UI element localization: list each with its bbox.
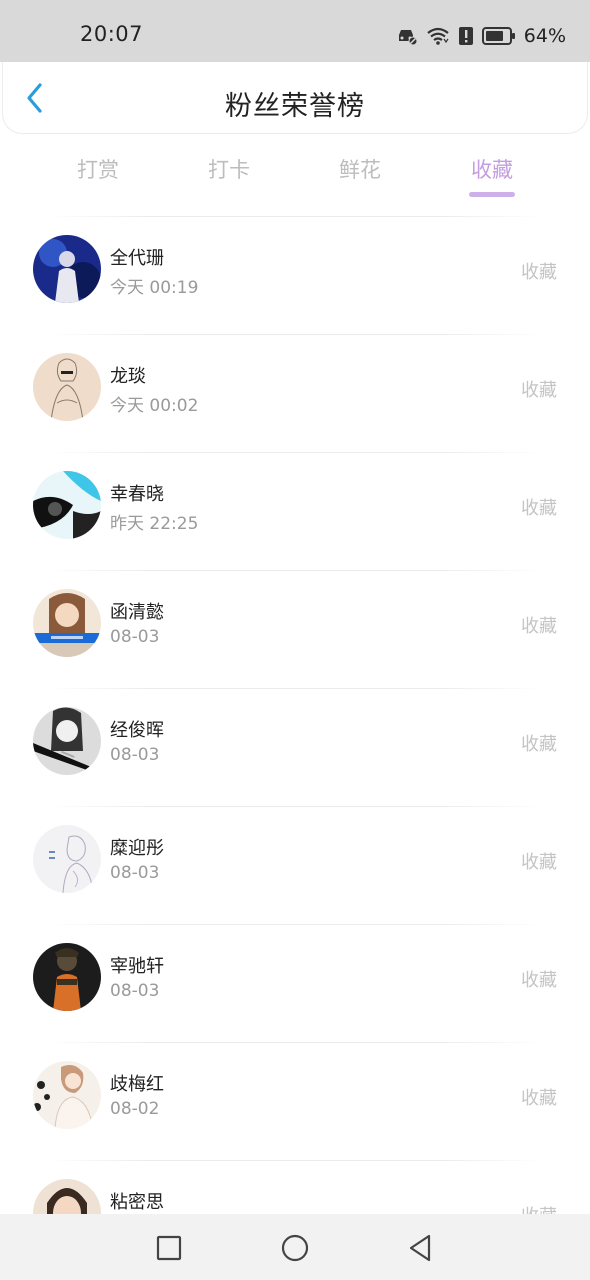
circle-home-icon xyxy=(281,1234,309,1262)
fan-time: 昨天 22:25 xyxy=(110,514,199,534)
tab-favorites[interactable]: 收藏 xyxy=(447,154,537,184)
status-icons: 64% xyxy=(396,22,566,50)
tab-flowers[interactable]: 鲜花 xyxy=(315,154,405,184)
triangle-back-icon xyxy=(409,1234,431,1262)
screen: 20:07 64% 粉丝荣誉榜 打赏 打卡 鲜花 收藏 全代珊 今天 00:19… xyxy=(0,0,590,1280)
avatar[interactable] xyxy=(33,1061,101,1129)
page-title: 粉丝荣誉榜 xyxy=(225,91,365,122)
home-button[interactable] xyxy=(277,1230,313,1266)
fan-list: 全代珊 今天 00:19 收藏 龙琰 今天 00:02 收藏 幸春晓 昨天 22… xyxy=(0,216,590,1214)
back-nav-button[interactable] xyxy=(402,1230,438,1266)
divider xyxy=(45,570,545,571)
action-label: 收藏 xyxy=(521,1202,557,1214)
list-item[interactable]: 经俊晖 08-03 收藏 xyxy=(0,688,590,806)
action-label: 收藏 xyxy=(521,852,557,873)
tab-bar: 打赏 打卡 鲜花 收藏 xyxy=(0,136,590,214)
fan-name: 函清懿 xyxy=(110,602,164,623)
avatar[interactable] xyxy=(33,825,101,893)
divider xyxy=(45,1042,545,1043)
avatar[interactable] xyxy=(33,235,101,303)
list-item[interactable]: 全代珊 今天 00:19 收藏 xyxy=(0,216,590,334)
action-label: 收藏 xyxy=(521,380,557,401)
recent-apps-button[interactable] xyxy=(151,1230,187,1266)
fan-name: 粘密思 xyxy=(110,1192,164,1213)
divider xyxy=(45,688,545,689)
header: 粉丝荣誉榜 xyxy=(2,62,588,134)
list-item[interactable]: 宰驰轩 08-03 收藏 xyxy=(0,924,590,1042)
divider xyxy=(45,216,545,217)
fan-time: 08-03 xyxy=(110,745,160,765)
avatar[interactable] xyxy=(33,589,101,657)
list-item[interactable]: 糜迎彤 08-03 收藏 xyxy=(0,806,590,924)
fan-time: 08-03 xyxy=(110,981,160,1001)
tab-checkin[interactable]: 打卡 xyxy=(184,154,274,184)
avatar[interactable] xyxy=(33,1179,101,1214)
list-item[interactable]: 函清懿 08-03 收藏 xyxy=(0,570,590,688)
action-label: 收藏 xyxy=(521,262,557,283)
fan-name: 宰驰轩 xyxy=(110,956,164,977)
divider xyxy=(45,1160,545,1161)
avatar[interactable] xyxy=(33,943,101,1011)
action-label: 收藏 xyxy=(521,1088,557,1109)
fan-time: 08-02 xyxy=(110,1099,160,1119)
action-label: 收藏 xyxy=(521,970,557,991)
list-item[interactable]: 粘密思 收藏 xyxy=(0,1160,590,1214)
fan-name: 糜迎彤 xyxy=(110,838,164,859)
car-icon xyxy=(396,26,418,46)
divider xyxy=(45,452,545,453)
list-item[interactable]: 歧梅红 08-02 收藏 xyxy=(0,1042,590,1160)
tab-reward[interactable]: 打赏 xyxy=(53,154,143,184)
fan-time: 今天 00:02 xyxy=(110,396,199,416)
fan-name: 全代珊 xyxy=(110,248,164,269)
fan-name: 幸春晓 xyxy=(110,484,164,505)
fan-name: 龙琰 xyxy=(110,366,146,387)
system-nav-bar xyxy=(0,1214,590,1280)
avatar[interactable] xyxy=(33,707,101,775)
action-label: 收藏 xyxy=(521,616,557,637)
divider xyxy=(45,806,545,807)
avatar[interactable] xyxy=(33,471,101,539)
divider xyxy=(45,334,545,335)
status-time: 20:07 xyxy=(80,22,144,46)
list-item[interactable]: 龙琰 今天 00:02 收藏 xyxy=(0,334,590,452)
fan-time: 08-03 xyxy=(110,863,160,883)
fan-name: 歧梅红 xyxy=(110,1074,164,1095)
battery-icon xyxy=(481,26,516,46)
square-recent-icon xyxy=(156,1235,182,1261)
fan-name: 经俊晖 xyxy=(110,720,164,741)
status-bar: 20:07 64% xyxy=(0,0,590,62)
divider xyxy=(45,924,545,925)
action-label: 收藏 xyxy=(521,734,557,755)
fan-time: 今天 00:19 xyxy=(110,278,199,298)
avatar[interactable] xyxy=(33,353,101,421)
list-item[interactable]: 幸春晓 昨天 22:25 收藏 xyxy=(0,452,590,570)
active-tab-indicator xyxy=(469,192,515,197)
wifi-icon xyxy=(426,26,450,46)
action-label: 收藏 xyxy=(521,498,557,519)
alert-icon xyxy=(458,26,474,46)
fan-time: 08-03 xyxy=(110,627,160,647)
battery-percent: 64% xyxy=(523,25,566,47)
